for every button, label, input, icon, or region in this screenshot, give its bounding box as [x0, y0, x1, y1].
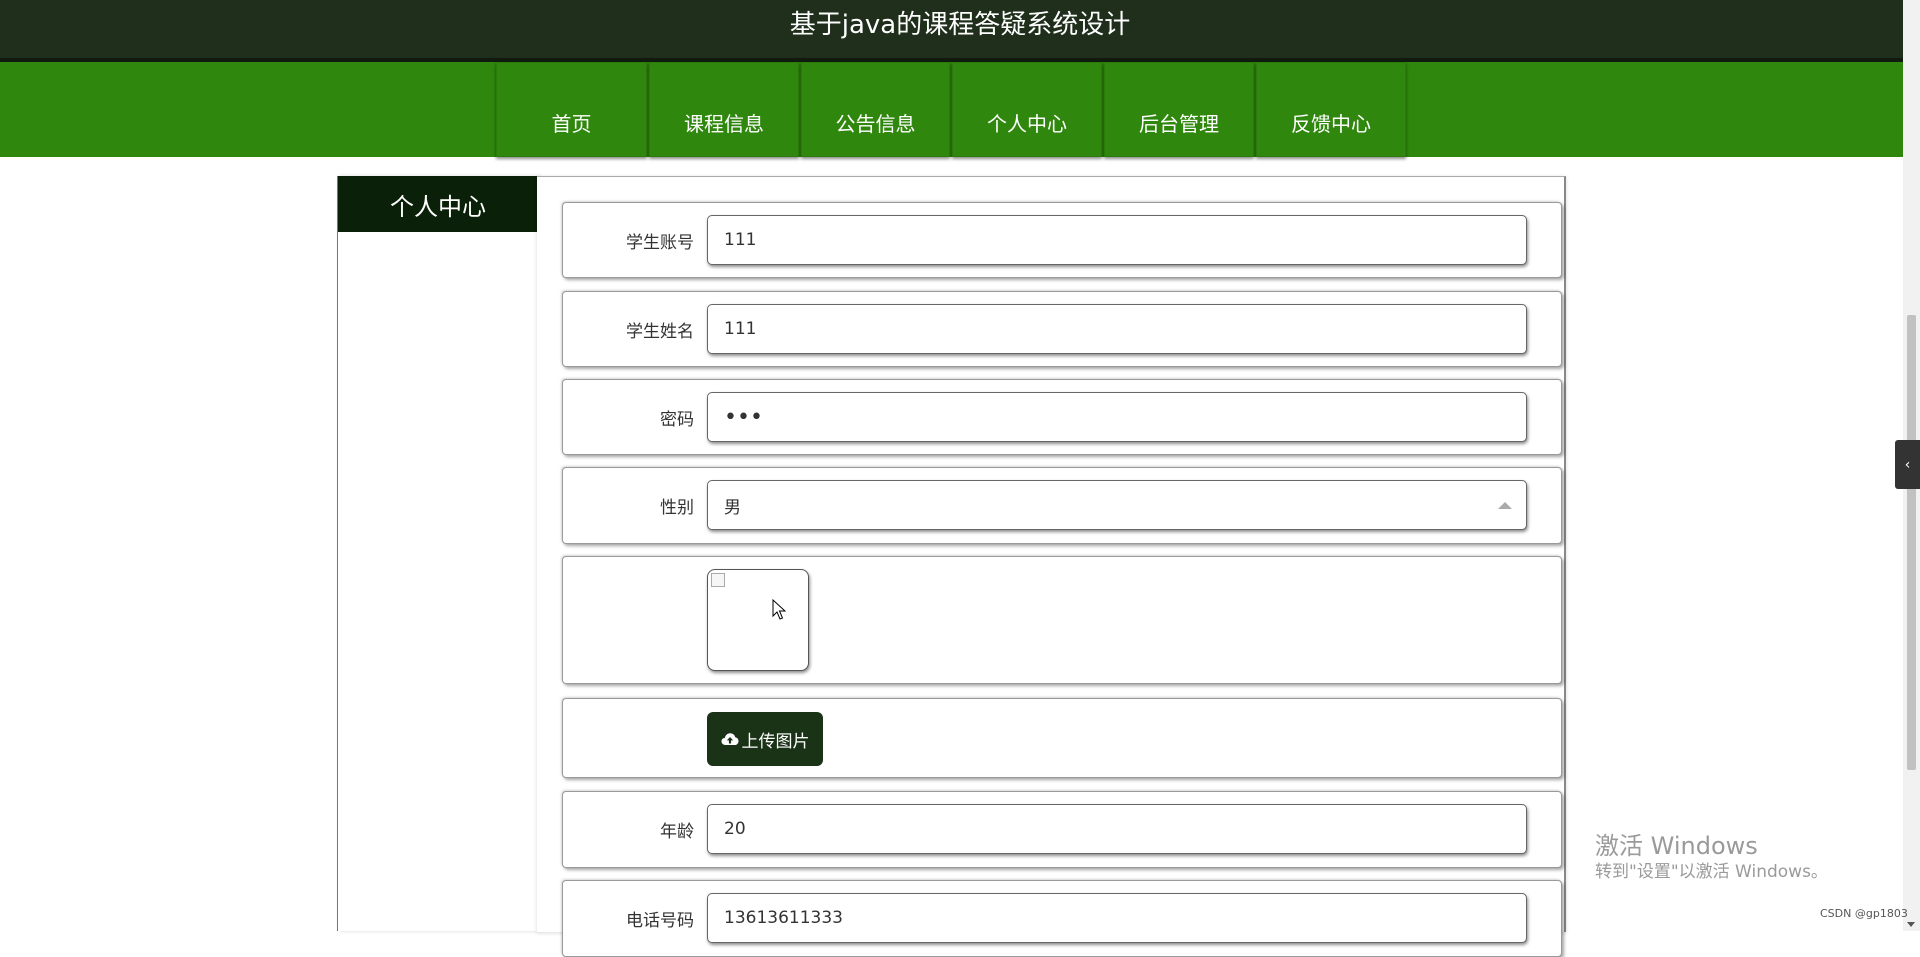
nav-item-admin[interactable]: 后台管理: [1104, 62, 1254, 157]
age-input[interactable]: 20: [707, 804, 1527, 854]
phone-label: 电话号码: [626, 911, 694, 931]
side-collapse-tab[interactable]: ‹: [1895, 440, 1920, 489]
gender-value: 男: [724, 497, 741, 518]
nav-item-home[interactable]: 首页: [496, 62, 647, 157]
watermark-subtitle: 转到"设置"以激活 Windows。: [1595, 862, 1828, 882]
csdn-credit: CSDN @gp1803: [1820, 907, 1908, 920]
mouse-cursor-icon: [772, 599, 786, 620]
sidebar-title: 个人中心: [338, 176, 538, 232]
nav-item-announcements[interactable]: 公告信息: [801, 62, 950, 157]
broken-image-icon: [711, 573, 725, 587]
form-row-account: 学生账号 111: [562, 202, 1562, 278]
sidebar: 个人中心: [337, 176, 539, 931]
nav-item-personal-center[interactable]: 个人中心: [952, 62, 1102, 157]
form-row-age: 年龄 20: [562, 791, 1562, 868]
form-row-phone: 电话号码 13613611333: [562, 880, 1562, 957]
form-row-name: 学生姓名 111: [562, 291, 1562, 367]
upload-button-label: 上传图片: [741, 731, 810, 752]
form-row-upload: 上传图片: [562, 698, 1562, 778]
profile-form: 学生账号 111 学生姓名 111 密码 性别 男 上传图片 年龄 20 电话号…: [537, 176, 1566, 957]
scrollbar-thumb[interactable]: [1907, 315, 1916, 770]
upload-image-button[interactable]: 上传图片: [707, 712, 823, 766]
form-row-password: 密码: [562, 379, 1562, 455]
form-row-gender: 性别 男: [562, 467, 1562, 544]
windows-activation-watermark: 激活 Windows 转到"设置"以激活 Windows。: [1595, 831, 1828, 883]
nav-item-feedback[interactable]: 反馈中心: [1256, 62, 1406, 157]
age-label: 年龄: [660, 822, 694, 842]
main-nav: 首页 课程信息 公告信息 个人中心 后台管理 反馈中心: [0, 62, 1920, 157]
name-input[interactable]: 111: [707, 304, 1527, 354]
gender-select[interactable]: 男: [707, 480, 1527, 530]
scroll-down-arrow-icon[interactable]: [1907, 922, 1915, 927]
caret-up-icon: [1498, 502, 1512, 509]
nav-item-course-info[interactable]: 课程信息: [649, 62, 799, 157]
account-input[interactable]: 111: [707, 215, 1527, 265]
watermark-title: 激活 Windows: [1595, 832, 1758, 860]
password-input[interactable]: [707, 392, 1527, 442]
name-label: 学生姓名: [626, 322, 694, 342]
gender-label: 性别: [660, 498, 694, 518]
password-label: 密码: [660, 410, 694, 430]
phone-input[interactable]: 13613611333: [707, 893, 1527, 943]
account-label: 学生账号: [626, 233, 694, 253]
avatar-image[interactable]: [707, 569, 809, 671]
chevron-left-icon: ‹: [1904, 456, 1911, 473]
header-bar: 基于java的课程答疑系统设计: [0, 0, 1920, 62]
site-title: 基于java的课程答疑系统设计: [789, 10, 1131, 40]
form-row-avatar: [562, 556, 1562, 684]
cloud-upload-icon: [721, 733, 738, 745]
